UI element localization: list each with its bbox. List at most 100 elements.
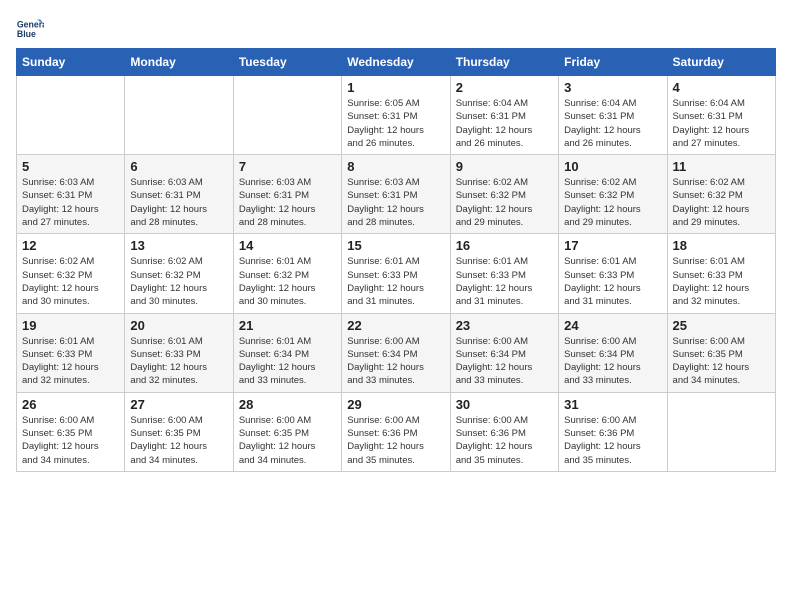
day-info: Sunrise: 6:00 AM Sunset: 6:36 PM Dayligh… [456,414,553,467]
day-info: Sunrise: 6:00 AM Sunset: 6:35 PM Dayligh… [22,414,119,467]
day-number: 3 [564,80,661,95]
calendar-week-3: 12Sunrise: 6:02 AM Sunset: 6:32 PM Dayli… [17,234,776,313]
calendar-cell [233,76,341,155]
calendar-cell: 28 Sunrise: 6:00 AM Sunset: 6:35 PM Dayli… [233,392,341,471]
day-info: Sunrise: 6:01 AM Sunset: 6:33 PM Dayligh… [456,255,553,308]
calendar-cell: 18 Sunrise: 6:01 AM Sunset: 6:33 PM Dayli… [667,234,775,313]
day-info: Sunrise: 6:00 AM Sunset: 6:34 PM Dayligh… [456,335,553,388]
calendar-cell [17,76,125,155]
day-info: Sunrise: 6:01 AM Sunset: 6:33 PM Dayligh… [347,255,444,308]
logo: General Blue [16,16,46,44]
day-number: 18 [673,238,770,253]
day-number: 15 [347,238,444,253]
calendar-cell: 3 Sunrise: 6:04 AM Sunset: 6:31 PM Daylig… [559,76,667,155]
header-day-thursday: Thursday [450,49,558,76]
calendar-cell: 31 Sunrise: 6:00 AM Sunset: 6:36 PM Dayli… [559,392,667,471]
day-info: Sunrise: 6:04 AM Sunset: 6:31 PM Dayligh… [564,97,661,150]
calendar-cell: 24 Sunrise: 6:00 AM Sunset: 6:34 PM Dayli… [559,313,667,392]
day-number: 14 [239,238,336,253]
day-info: Sunrise: 6:03 AM Sunset: 6:31 PM Dayligh… [22,176,119,229]
calendar-cell: 30 Sunrise: 6:00 AM Sunset: 6:36 PM Dayli… [450,392,558,471]
calendar-cell: 29 Sunrise: 6:00 AM Sunset: 6:36 PM Dayli… [342,392,450,471]
day-info: Sunrise: 6:01 AM Sunset: 6:33 PM Dayligh… [673,255,770,308]
day-number: 8 [347,159,444,174]
day-info: Sunrise: 6:04 AM Sunset: 6:31 PM Dayligh… [673,97,770,150]
calendar-cell: 22Sunrise: 6:00 AM Sunset: 6:34 PM Dayli… [342,313,450,392]
day-info: Sunrise: 6:02 AM Sunset: 6:32 PM Dayligh… [564,176,661,229]
calendar-cell [667,392,775,471]
calendar-week-1: 1 Sunrise: 6:05 AM Sunset: 6:31 PM Daylig… [17,76,776,155]
day-info: Sunrise: 6:05 AM Sunset: 6:31 PM Dayligh… [347,97,444,150]
day-info: Sunrise: 6:01 AM Sunset: 6:32 PM Dayligh… [239,255,336,308]
calendar-cell: 5 Sunrise: 6:03 AM Sunset: 6:31 PM Daylig… [17,155,125,234]
calendar-cell: 10 Sunrise: 6:02 AM Sunset: 6:32 PM Dayli… [559,155,667,234]
day-number: 5 [22,159,119,174]
day-info: Sunrise: 6:02 AM Sunset: 6:32 PM Dayligh… [130,255,227,308]
calendar-cell: 13 Sunrise: 6:02 AM Sunset: 6:32 PM Dayli… [125,234,233,313]
calendar-cell: 19Sunrise: 6:01 AM Sunset: 6:33 PM Dayli… [17,313,125,392]
calendar-cell: 27 Sunrise: 6:00 AM Sunset: 6:35 PM Dayli… [125,392,233,471]
calendar-header: SundayMondayTuesdayWednesdayThursdayFrid… [17,49,776,76]
day-number: 30 [456,397,553,412]
day-number: 20 [130,318,227,333]
day-info: Sunrise: 6:00 AM Sunset: 6:34 PM Dayligh… [347,335,444,388]
day-number: 28 [239,397,336,412]
day-number: 4 [673,80,770,95]
calendar-cell: 23 Sunrise: 6:00 AM Sunset: 6:34 PM Dayli… [450,313,558,392]
day-info: Sunrise: 6:03 AM Sunset: 6:31 PM Dayligh… [239,176,336,229]
day-info: Sunrise: 6:00 AM Sunset: 6:36 PM Dayligh… [347,414,444,467]
day-number: 10 [564,159,661,174]
calendar-cell: 17Sunrise: 6:01 AM Sunset: 6:33 PM Dayli… [559,234,667,313]
calendar-cell: 20Sunrise: 6:01 AM Sunset: 6:33 PM Dayli… [125,313,233,392]
day-info: Sunrise: 6:00 AM Sunset: 6:35 PM Dayligh… [239,414,336,467]
day-info: Sunrise: 6:03 AM Sunset: 6:31 PM Dayligh… [130,176,227,229]
calendar-cell: 1 Sunrise: 6:05 AM Sunset: 6:31 PM Daylig… [342,76,450,155]
logo-icon: General Blue [16,16,44,44]
day-number: 29 [347,397,444,412]
header-day-saturday: Saturday [667,49,775,76]
day-info: Sunrise: 6:00 AM Sunset: 6:36 PM Dayligh… [564,414,661,467]
day-number: 16 [456,238,553,253]
day-number: 26 [22,397,119,412]
day-info: Sunrise: 6:01 AM Sunset: 6:33 PM Dayligh… [564,255,661,308]
day-number: 27 [130,397,227,412]
day-info: Sunrise: 6:00 AM Sunset: 6:35 PM Dayligh… [673,335,770,388]
calendar-cell: 15 Sunrise: 6:01 AM Sunset: 6:33 PM Dayli… [342,234,450,313]
header-day-wednesday: Wednesday [342,49,450,76]
calendar-cell: 26 Sunrise: 6:00 AM Sunset: 6:35 PM Dayli… [17,392,125,471]
day-info: Sunrise: 6:00 AM Sunset: 6:34 PM Dayligh… [564,335,661,388]
day-info: Sunrise: 6:03 AM Sunset: 6:31 PM Dayligh… [347,176,444,229]
calendar-cell: 14 Sunrise: 6:01 AM Sunset: 6:32 PM Dayli… [233,234,341,313]
day-info: Sunrise: 6:02 AM Sunset: 6:32 PM Dayligh… [456,176,553,229]
calendar-cell: 12Sunrise: 6:02 AM Sunset: 6:32 PM Dayli… [17,234,125,313]
calendar-cell: 6 Sunrise: 6:03 AM Sunset: 6:31 PM Daylig… [125,155,233,234]
header-day-sunday: Sunday [17,49,125,76]
header-day-monday: Monday [125,49,233,76]
header-day-friday: Friday [559,49,667,76]
header-row: SundayMondayTuesdayWednesdayThursdayFrid… [17,49,776,76]
day-info: Sunrise: 6:00 AM Sunset: 6:35 PM Dayligh… [130,414,227,467]
calendar-cell: 9 Sunrise: 6:02 AM Sunset: 6:32 PM Daylig… [450,155,558,234]
day-number: 13 [130,238,227,253]
calendar-cell: 7Sunrise: 6:03 AM Sunset: 6:31 PM Daylig… [233,155,341,234]
day-number: 1 [347,80,444,95]
day-info: Sunrise: 6:01 AM Sunset: 6:34 PM Dayligh… [239,335,336,388]
header-day-tuesday: Tuesday [233,49,341,76]
day-number: 21 [239,318,336,333]
calendar-cell: 8 Sunrise: 6:03 AM Sunset: 6:31 PM Daylig… [342,155,450,234]
calendar-table: SundayMondayTuesdayWednesdayThursdayFrid… [16,48,776,472]
day-number: 24 [564,318,661,333]
calendar-body: 1 Sunrise: 6:05 AM Sunset: 6:31 PM Daylig… [17,76,776,472]
calendar-cell: 11Sunrise: 6:02 AM Sunset: 6:32 PM Dayli… [667,155,775,234]
day-number: 9 [456,159,553,174]
day-number: 6 [130,159,227,174]
svg-text:Blue: Blue [17,29,36,39]
calendar-week-2: 5 Sunrise: 6:03 AM Sunset: 6:31 PM Daylig… [17,155,776,234]
day-number: 31 [564,397,661,412]
calendar-week-4: 19Sunrise: 6:01 AM Sunset: 6:33 PM Dayli… [17,313,776,392]
day-info: Sunrise: 6:02 AM Sunset: 6:32 PM Dayligh… [22,255,119,308]
day-number: 25 [673,318,770,333]
calendar-cell: 21 Sunrise: 6:01 AM Sunset: 6:34 PM Dayli… [233,313,341,392]
day-number: 23 [456,318,553,333]
day-info: Sunrise: 6:02 AM Sunset: 6:32 PM Dayligh… [673,176,770,229]
